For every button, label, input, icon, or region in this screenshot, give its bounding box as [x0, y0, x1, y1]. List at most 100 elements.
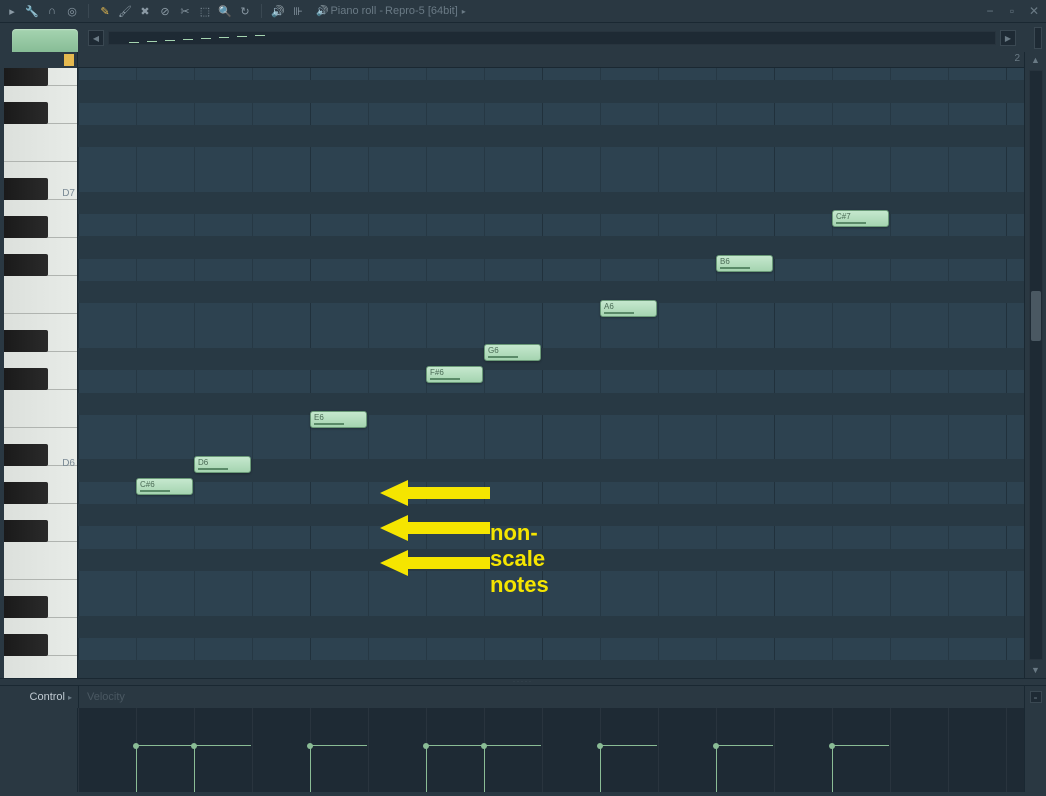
note-label: C#6: [140, 480, 155, 489]
speaker-icon[interactable]: 🔊: [270, 3, 286, 19]
midi-note[interactable]: E6: [310, 411, 367, 428]
velocity-bar[interactable]: [832, 746, 833, 792]
velocity-bar[interactable]: [136, 746, 137, 792]
black-key[interactable]: [4, 444, 48, 466]
speaker-title-icon: 🔊: [316, 6, 328, 17]
black-key[interactable]: [4, 482, 48, 504]
ruler: 2 ▲: [0, 52, 1046, 68]
overview-options-button[interactable]: [1034, 27, 1042, 49]
white-key[interactable]: [4, 656, 77, 678]
white-key[interactable]: [4, 124, 77, 162]
ruler-scroll-up-button[interactable]: ▲: [1024, 52, 1046, 68]
titlebar: ▸🔧∩◎✎🖌✖⊘✂⬚🔍↻🔊⊪ 🔊 Piano roll - Repro-5 [6…: [0, 0, 1046, 22]
note-label: E6: [314, 413, 324, 422]
vertical-scrollbar: ▼: [1024, 68, 1046, 678]
bar-number: 2: [1014, 53, 1020, 64]
velocity-bar[interactable]: [194, 746, 195, 792]
playhead-flag-icon[interactable]: [64, 54, 74, 66]
overview-track[interactable]: [108, 31, 996, 45]
scroll-track[interactable]: [1029, 70, 1043, 660]
velocity-handle[interactable]: [829, 743, 835, 749]
velocity-handle[interactable]: [133, 743, 139, 749]
scroll-thumb[interactable]: [1031, 291, 1041, 341]
velocity-grid[interactable]: [78, 708, 1024, 792]
control-header: Control Velocity -: [0, 686, 1046, 708]
control-label-text: Control: [30, 691, 65, 703]
black-key[interactable]: [4, 216, 48, 238]
minimize-button[interactable]: −: [982, 3, 998, 19]
velocity-right-gutter: [1024, 708, 1046, 792]
white-key[interactable]: [4, 390, 77, 428]
black-key[interactable]: [4, 330, 48, 352]
cut-icon[interactable]: ✂: [177, 3, 193, 19]
velocity-handle[interactable]: [597, 743, 603, 749]
timeline-ruler[interactable]: 2: [78, 52, 1024, 68]
midi-note[interactable]: C#6: [136, 478, 193, 495]
velocity-handle[interactable]: [191, 743, 197, 749]
lane-name-text: Velocity: [87, 691, 125, 703]
black-key[interactable]: [4, 254, 48, 276]
pencil-icon[interactable]: ✎: [97, 3, 113, 19]
black-key[interactable]: [4, 102, 48, 124]
velocity-bar[interactable]: [716, 746, 717, 792]
scroll-down-button[interactable]: ▼: [1027, 662, 1045, 678]
black-key[interactable]: [4, 178, 48, 200]
velocity-bar[interactable]: [426, 746, 427, 792]
chevron-right-icon: ▸: [462, 7, 466, 16]
zoom-icon[interactable]: 🔍: [217, 3, 233, 19]
black-key[interactable]: [4, 634, 48, 656]
select-icon[interactable]: ⬚: [197, 3, 213, 19]
mute-icon[interactable]: ⊘: [157, 3, 173, 19]
note-label: B6: [720, 257, 730, 266]
wrench-icon[interactable]: 🔧: [24, 3, 40, 19]
window-title: 🔊 Piano roll - Repro-5 [64bit] ▸: [316, 5, 466, 17]
black-key[interactable]: [4, 596, 48, 618]
track-name: Repro-5 [64bit]: [385, 5, 458, 17]
velocity-bar[interactable]: [310, 746, 311, 792]
control-menu-button[interactable]: Control: [0, 686, 78, 708]
erase-icon[interactable]: ✖: [137, 3, 153, 19]
magnet-icon[interactable]: ∩: [44, 3, 60, 19]
midi-note[interactable]: B6: [716, 255, 773, 272]
velocity-handle[interactable]: [423, 743, 429, 749]
black-key[interactable]: [4, 520, 48, 542]
note-label: D6: [198, 458, 208, 467]
black-key[interactable]: [4, 68, 48, 86]
white-key[interactable]: [4, 542, 77, 580]
channel-tab[interactable]: [12, 29, 78, 53]
velocity-bar[interactable]: [600, 746, 601, 792]
velocity-handle[interactable]: [481, 743, 487, 749]
divider-grip-icon: ·····: [513, 679, 533, 685]
close-button[interactable]: ✕: [1026, 3, 1042, 19]
velocity-bar[interactable]: [484, 746, 485, 792]
control-lane-name[interactable]: Velocity: [78, 686, 1024, 708]
panel-divider[interactable]: ·····: [0, 678, 1046, 686]
ruler-corner: [0, 52, 78, 68]
target-icon[interactable]: ◎: [64, 3, 80, 19]
velocity-handle[interactable]: [713, 743, 719, 749]
note-label: C#7: [836, 212, 851, 221]
midi-note[interactable]: D6: [194, 456, 251, 473]
midi-note[interactable]: C#7: [832, 210, 889, 227]
overview-right-button[interactable]: ▶: [1000, 30, 1016, 46]
midi-note[interactable]: F#6: [426, 366, 483, 383]
note-grid[interactable]: non-scale notes C#6D6E6F#6G6A6B6C#7: [78, 68, 1024, 678]
white-key[interactable]: [4, 276, 77, 314]
key-label: D6: [62, 458, 75, 469]
control-collapse-button[interactable]: -: [1030, 691, 1042, 703]
black-key[interactable]: [4, 368, 48, 390]
note-label: A6: [604, 302, 614, 311]
midi-note[interactable]: G6: [484, 344, 541, 361]
maximize-button[interactable]: ▫: [1004, 3, 1020, 19]
midi-note[interactable]: A6: [600, 300, 657, 317]
play-menu-icon[interactable]: ▸: [4, 3, 20, 19]
note-label: G6: [488, 346, 499, 355]
playback-icon[interactable]: ↻: [237, 3, 253, 19]
pattern-bar: ◀ ▶: [0, 22, 1046, 52]
piano-keyboard: D7D6: [0, 68, 78, 678]
velocity-handle[interactable]: [307, 743, 313, 749]
overview-left-button[interactable]: ◀: [88, 30, 104, 46]
velocity-left-gutter: [0, 708, 78, 792]
waveform-icon[interactable]: ⊪: [290, 3, 306, 19]
brush-icon[interactable]: 🖌: [117, 3, 133, 19]
